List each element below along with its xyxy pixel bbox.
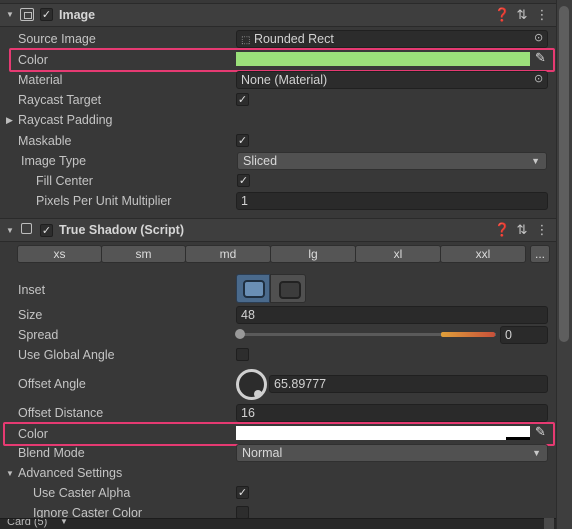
more-vertical-icon[interactable]: ⋮: [534, 3, 550, 27]
footer-card-label[interactable]: Card (5): [7, 519, 47, 528]
angle-dial-handle[interactable]: [254, 390, 262, 398]
object-picker-icon[interactable]: ⊙: [534, 31, 543, 44]
inset-label: Inset: [18, 283, 46, 297]
use-global-angle-label: Use Global Angle: [18, 348, 115, 362]
ppu-label: Pixels Per Unit Multiplier: [36, 194, 172, 208]
spread-field[interactable]: 0: [500, 326, 548, 344]
size-button-xl[interactable]: xl: [355, 245, 441, 263]
fill-center-label: Fill Center: [36, 174, 93, 188]
source-image-value: Rounded Rect: [253, 32, 334, 46]
offset-angle-label: Offset Angle: [18, 377, 86, 391]
sprite-icon: ⬚: [241, 35, 251, 46]
blend-mode-label: Blend Mode: [18, 446, 85, 460]
collapse-triangle-icon[interactable]: ▼: [6, 469, 14, 478]
help-icon[interactable]: ❓: [494, 3, 510, 27]
color-label: Color: [18, 53, 48, 67]
spread-slider-handle[interactable]: [235, 329, 245, 339]
inset-inner-button[interactable]: [270, 274, 306, 303]
more-sizes-button[interactable]: ...: [530, 245, 550, 263]
maskable-label: Maskable: [18, 134, 72, 148]
offset-distance-label: Offset Distance: [18, 406, 104, 420]
angle-dial[interactable]: [236, 369, 267, 400]
size-button-xxl[interactable]: xxl: [440, 245, 526, 263]
raycast-target-label: Raycast Target: [18, 93, 102, 107]
preset-icon[interactable]: ⇅: [514, 218, 530, 242]
footer-handle[interactable]: [544, 518, 554, 529]
chevron-down-icon: ▼: [531, 156, 540, 166]
image-type-dropdown[interactable]: Sliced ▼: [237, 152, 547, 170]
chevron-down-icon: ▼: [532, 448, 541, 458]
expand-triangle-icon[interactable]: ▶: [6, 115, 13, 126]
image-enabled-checkbox[interactable]: ✓: [40, 8, 53, 21]
inner-shadow-icon: [279, 281, 301, 299]
offset-angle-field[interactable]: 65.89777: [269, 375, 548, 393]
use-caster-alpha-label: Use Caster Alpha: [33, 486, 131, 500]
offset-distance-field[interactable]: 16: [236, 404, 548, 422]
size-button-sm[interactable]: sm: [101, 245, 186, 263]
maskable-checkbox[interactable]: ✓: [236, 134, 249, 147]
blend-mode-value: Normal: [242, 446, 283, 460]
image-component-icon: [20, 8, 34, 21]
script-icon: [21, 223, 32, 234]
collapse-triangle-icon[interactable]: ▼: [6, 10, 14, 19]
size-button-lg[interactable]: lg: [270, 245, 356, 263]
fill-center-checkbox[interactable]: ✓: [237, 174, 250, 187]
image-color-swatch[interactable]: [236, 52, 530, 66]
source-image-label: Source Image: [18, 32, 96, 46]
scrollbar-thumb[interactable]: [559, 6, 569, 342]
size-label: Size: [18, 308, 43, 322]
advanced-settings-label[interactable]: Advanced Settings: [18, 463, 122, 483]
shadow-color-label: Color: [18, 427, 48, 441]
raycast-target-checkbox[interactable]: ✓: [236, 93, 249, 106]
shadow-color-swatch[interactable]: [236, 426, 530, 440]
eyedropper-icon[interactable]: ✎: [535, 424, 546, 440]
true-shadow-enabled-checkbox[interactable]: ✓: [40, 224, 53, 237]
size-button-xs[interactable]: xs: [17, 245, 102, 263]
use-global-angle-checkbox[interactable]: [236, 348, 249, 361]
source-image-field[interactable]: ⬚ Rounded Rect: [236, 30, 548, 48]
true-shadow-title: True Shadow (Script): [59, 223, 185, 237]
material-picker-icon[interactable]: ⊙: [534, 72, 543, 85]
use-caster-alpha-checkbox[interactable]: ✓: [236, 486, 249, 499]
ppu-field[interactable]: 1: [236, 192, 548, 210]
footer-bar: Card (5) ▼: [0, 518, 556, 529]
help-icon[interactable]: ❓: [494, 218, 510, 242]
more-vertical-icon[interactable]: ⋮: [534, 218, 550, 242]
size-button-md[interactable]: md: [185, 245, 271, 263]
material-label: Material: [18, 73, 63, 87]
image-type-value: Sliced: [243, 154, 278, 168]
spread-slider-gradient: [441, 332, 495, 337]
size-field[interactable]: 48: [236, 306, 548, 324]
collapse-triangle-icon[interactable]: ▼: [6, 226, 14, 235]
image-type-label: Image Type: [21, 154, 87, 168]
inset-outer-button[interactable]: [236, 274, 270, 303]
eyedropper-icon[interactable]: ✎: [535, 50, 546, 66]
chevron-down-icon: ▼: [60, 518, 68, 526]
material-field[interactable]: None (Material): [236, 71, 548, 89]
raycast-padding-label[interactable]: Raycast Padding: [18, 110, 113, 130]
outer-shadow-icon: [243, 280, 265, 298]
preset-icon[interactable]: ⇅: [514, 3, 530, 27]
spread-label: Spread: [18, 328, 59, 342]
blend-mode-dropdown[interactable]: Normal ▼: [236, 444, 548, 462]
alpha-bar: [506, 437, 530, 440]
image-component-title: Image: [59, 8, 96, 22]
